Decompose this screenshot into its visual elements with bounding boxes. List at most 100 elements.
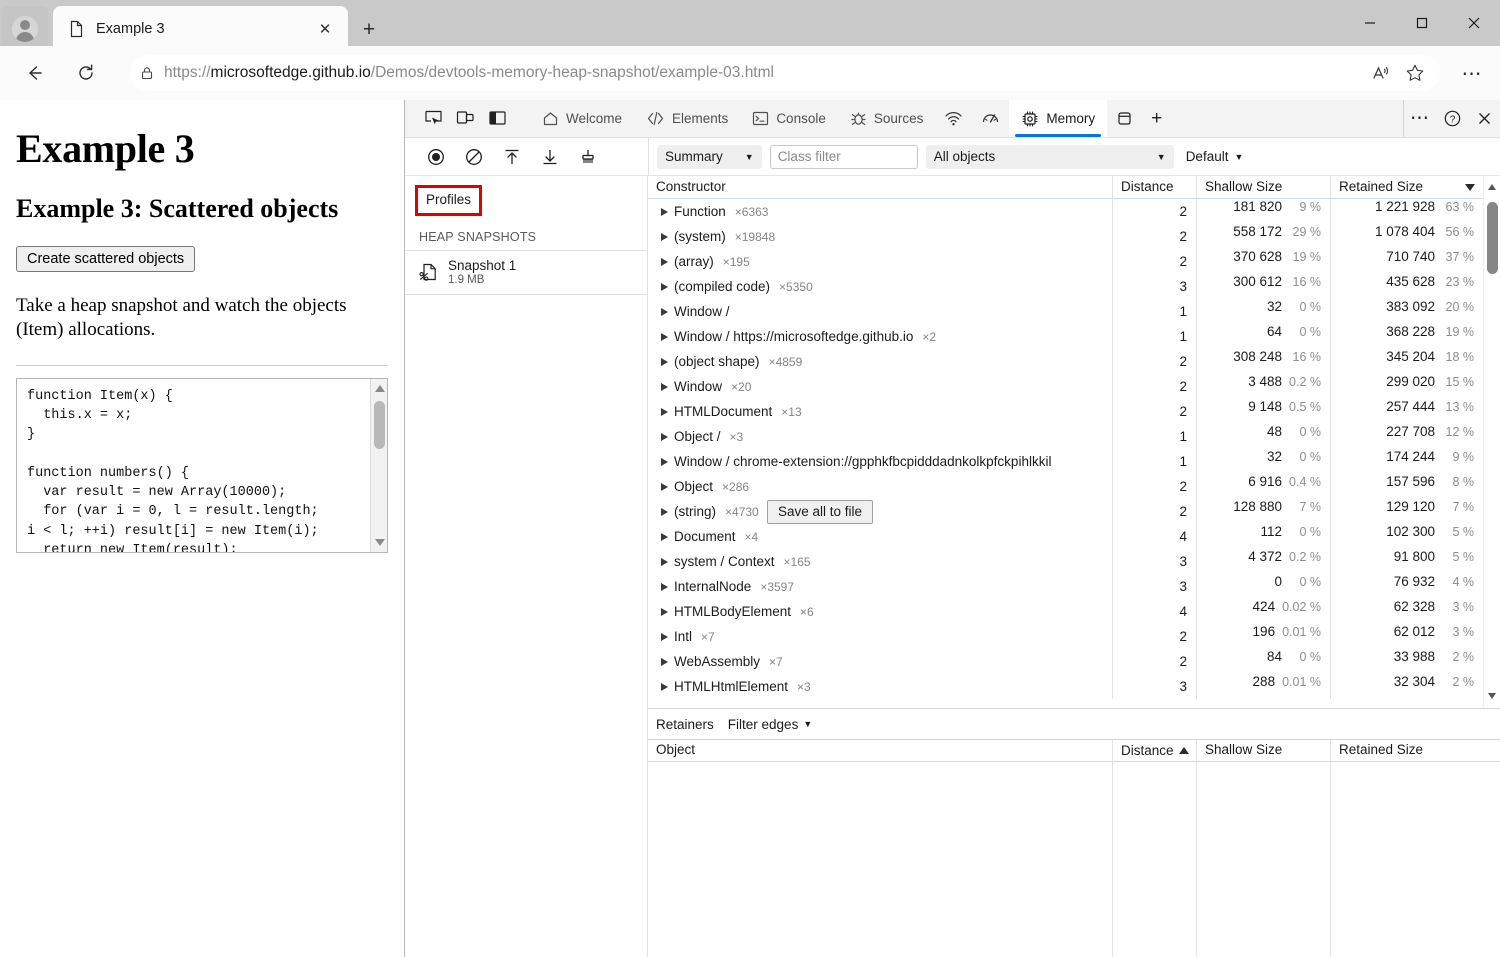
load-icon[interactable] xyxy=(493,142,531,172)
table-row[interactable]: (system)×198482558 17229 %1 078 40456 % xyxy=(648,224,1500,249)
table-row[interactable]: WebAssembly×72840 %33 9882 % xyxy=(648,649,1500,674)
scrollbar-thumb[interactable] xyxy=(374,401,385,449)
new-tab-button[interactable]: + xyxy=(355,16,383,44)
expand-triangle-icon[interactable] xyxy=(661,258,668,266)
cell-constructor[interactable]: (array)×195 xyxy=(648,249,1113,274)
cell-constructor[interactable]: InternalNode×3597 xyxy=(648,574,1113,599)
cell-constructor[interactable]: HTMLBodyElement×6 xyxy=(648,599,1113,624)
expand-triangle-icon[interactable] xyxy=(661,383,668,391)
expand-triangle-icon[interactable] xyxy=(661,308,668,316)
back-arrow-icon[interactable] xyxy=(16,55,52,91)
scroll-up-icon[interactable] xyxy=(375,385,385,392)
maximize-icon[interactable] xyxy=(1396,0,1448,46)
column-header-shallow-size[interactable]: Shallow Size xyxy=(1197,176,1331,199)
table-row[interactable]: Object×28626 9160.4 %157 5968 % xyxy=(648,474,1500,499)
table-row[interactable]: Window / https://microsoftedge.github.io… xyxy=(648,324,1500,349)
record-icon[interactable] xyxy=(417,142,455,172)
view-select[interactable]: Summary ▼ xyxy=(657,145,762,169)
tab-application[interactable] xyxy=(1107,100,1142,137)
table-row[interactable]: Window×2023 4880.2 %299 02015 % xyxy=(648,374,1500,399)
expand-triangle-icon[interactable] xyxy=(661,408,668,416)
table-row[interactable]: (object shape)×48592308 24816 %345 20418… xyxy=(648,349,1500,374)
expand-triangle-icon[interactable] xyxy=(661,683,668,691)
cell-constructor[interactable]: Window / https://microsoftedge.github.io… xyxy=(648,324,1113,349)
table-row[interactable]: Window / chrome-extension://gpphkfbcpidd… xyxy=(648,449,1500,474)
table-row[interactable]: HTMLHtmlElement×332880.01 %32 3042 % xyxy=(648,674,1500,699)
column-header-object[interactable]: Object xyxy=(648,739,1113,762)
class-filter-input[interactable] xyxy=(770,145,918,169)
column-header-retained-size[interactable]: Retained Size xyxy=(1331,176,1483,199)
cell-constructor[interactable]: (string)×4730 xyxy=(648,499,1113,524)
code-scrollbar[interactable] xyxy=(370,379,387,552)
tab-sources[interactable]: Sources xyxy=(838,100,936,137)
filter-edges-select[interactable]: Filter edges ▼ xyxy=(728,717,812,732)
star-icon[interactable] xyxy=(1398,58,1432,88)
table-row[interactable]: Intl×721960.01 %62 0123 % xyxy=(648,624,1500,649)
close-window-icon[interactable] xyxy=(1448,0,1500,46)
column-header-constructor[interactable]: Constructor xyxy=(648,176,1113,199)
close-devtools-icon[interactable] xyxy=(1468,104,1500,134)
column-header-retainer-retained[interactable]: Retained Size xyxy=(1331,739,1500,762)
address-bar[interactable]: https://microsoftedge.github.io/Demos/de… xyxy=(130,55,1440,91)
scroll-down-icon[interactable] xyxy=(375,539,385,546)
expand-triangle-icon[interactable] xyxy=(661,358,668,366)
expand-triangle-icon[interactable] xyxy=(661,533,668,541)
save-all-to-file-button[interactable]: Save all to file xyxy=(767,500,873,524)
read-aloud-icon[interactable] xyxy=(1364,58,1398,88)
table-row[interactable]: Function×63632181 8209 %1 221 92863 % xyxy=(648,199,1500,224)
save-icon[interactable] xyxy=(531,142,569,172)
table-scrollbar[interactable] xyxy=(1483,176,1500,708)
default-select[interactable]: Default ▼ xyxy=(1182,149,1248,164)
expand-triangle-icon[interactable] xyxy=(661,483,668,491)
expand-triangle-icon[interactable] xyxy=(661,558,668,566)
expand-triangle-icon[interactable] xyxy=(661,508,668,516)
cell-constructor[interactable]: Window / chrome-extension://gpphkfbcpidd… xyxy=(648,449,1113,474)
cell-constructor[interactable]: HTMLDocument×13 xyxy=(648,399,1113,424)
table-row[interactable]: Object /×31480 %227 70812 % xyxy=(648,424,1500,449)
cell-constructor[interactable]: (system)×19848 xyxy=(648,224,1113,249)
clear-icon[interactable] xyxy=(455,142,493,172)
column-header-retainer-shallow[interactable]: Shallow Size xyxy=(1197,739,1331,762)
expand-triangle-icon[interactable] xyxy=(661,233,668,241)
cell-constructor[interactable]: WebAssembly×7 xyxy=(648,649,1113,674)
column-header-distance[interactable]: Distance xyxy=(1113,176,1197,199)
cell-constructor[interactable]: HTMLHtmlElement×3 xyxy=(648,674,1113,699)
reload-icon[interactable] xyxy=(68,55,104,91)
profiles-label[interactable]: Profiles xyxy=(415,185,482,216)
cell-constructor[interactable]: Document×4 xyxy=(648,524,1113,549)
expand-triangle-icon[interactable] xyxy=(661,458,668,466)
table-row[interactable]: (compiled code)×53503300 61216 %435 6282… xyxy=(648,274,1500,299)
scroll-up-icon[interactable] xyxy=(1488,184,1496,190)
object-filter-select[interactable]: All objects ▼ xyxy=(926,145,1174,169)
add-panel-button[interactable]: + xyxy=(1142,100,1171,137)
table-row[interactable]: system / Context×16534 3720.2 %91 8005 % xyxy=(648,549,1500,574)
browser-settings-icon[interactable]: ⋯ xyxy=(1454,55,1490,91)
table-row[interactable]: InternalNode×3597300 %76 9324 % xyxy=(648,574,1500,599)
cell-constructor[interactable]: Object /×3 xyxy=(648,424,1113,449)
tab-performance[interactable] xyxy=(972,100,1009,137)
minimize-icon[interactable] xyxy=(1344,0,1396,46)
help-icon[interactable]: ? xyxy=(1436,104,1468,134)
cell-constructor[interactable]: Window / xyxy=(648,299,1113,324)
tab-console[interactable]: Console xyxy=(740,100,838,137)
column-header-retainer-distance[interactable]: Distance xyxy=(1113,739,1197,762)
device-toolbar-icon[interactable] xyxy=(449,104,481,134)
dock-side-icon[interactable] xyxy=(481,104,513,134)
inspect-icon[interactable] xyxy=(417,104,449,134)
tab-memory[interactable]: Memory xyxy=(1009,100,1107,137)
expand-triangle-icon[interactable] xyxy=(661,633,668,641)
expand-triangle-icon[interactable] xyxy=(661,658,668,666)
expand-triangle-icon[interactable] xyxy=(661,208,668,216)
table-row[interactable]: HTMLBodyElement×644240.02 %62 3283 % xyxy=(648,599,1500,624)
expand-triangle-icon[interactable] xyxy=(661,433,668,441)
more-tools-icon[interactable]: ⋯ xyxy=(1404,104,1436,134)
create-scattered-objects-button[interactable]: Create scattered objects xyxy=(16,246,195,272)
cell-constructor[interactable]: Window×20 xyxy=(648,374,1113,399)
expand-triangle-icon[interactable] xyxy=(661,583,668,591)
cell-constructor[interactable]: Intl×7 xyxy=(648,624,1113,649)
tab-welcome[interactable]: Welcome xyxy=(530,100,634,137)
snapshot-list-item[interactable]: Snapshot 1 1.9 MB xyxy=(405,251,647,296)
cell-constructor[interactable]: Function×6363 xyxy=(648,199,1113,224)
scroll-down-icon[interactable] xyxy=(1488,693,1496,699)
tab-network[interactable] xyxy=(935,100,972,137)
